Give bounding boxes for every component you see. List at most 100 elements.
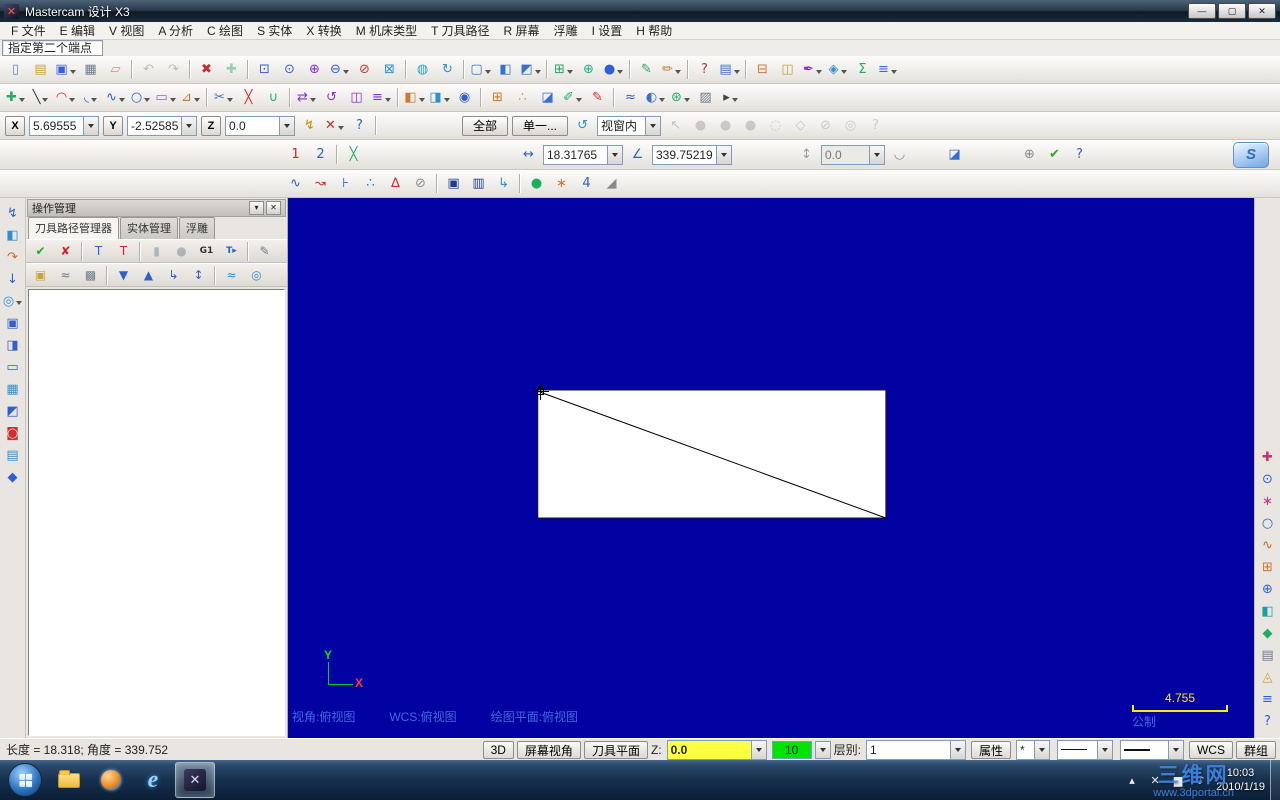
endpoint-join-icon[interactable]: ⊦ [334,173,357,195]
tray-show-hidden-icon[interactable]: ▴ [1124,772,1140,788]
menu-3[interactable]: V 视图 [102,21,151,40]
gview-sphere-icon[interactable]: ● [602,59,625,81]
dropdown-arrow-icon[interactable] [683,97,690,105]
art-leaf-icon[interactable]: ◆ [1256,622,1279,644]
insert-indent-icon[interactable]: ↳ [162,264,185,286]
zoom-out-icon[interactable]: ⊖ [328,59,351,81]
spline-tool-icon[interactable]: ∿ [104,87,127,109]
selection-window-dropdown-icon[interactable] [645,116,661,135]
taskbar-explorer-button[interactable] [49,762,89,798]
point-style-dropdown-icon[interactable] [1033,740,1049,759]
spline-degree-icon[interactable]: 4 [575,173,598,195]
zoom-dynamic-icon[interactable]: ↯ [1,202,24,224]
blank-entities-icon[interactable]: ▨ [694,87,717,109]
attributes-button[interactable]: 属性 [970,740,1011,759]
plane-manager-icon[interactable]: ▥ [467,173,490,195]
dropdown-arrow-icon[interactable] [443,97,450,105]
y-dropdown-icon[interactable] [181,116,196,135]
fillet-tool-icon[interactable]: ◟ [79,87,102,109]
wireframe-icon[interactable]: ✏ [660,59,683,81]
gview-front-icon[interactable]: ◧ [494,59,517,81]
verify-icon[interactable]: ◈ [826,59,849,81]
shading-icon[interactable]: ✎ [635,59,658,81]
undelete-icon[interactable]: ✚ [220,59,243,81]
select-all-operations-icon[interactable]: ✔ [29,240,52,262]
xform-translate-icon[interactable]: ⇄ [295,87,318,109]
art-layers-icon[interactable]: ▤ [1256,644,1279,666]
menu-5[interactable]: C 绘图 [200,21,250,40]
shade-toggle-icon[interactable]: ◐ [644,87,667,109]
taskbar-mastercam-button[interactable]: ✕ [175,762,215,798]
tab-toolpath-manager[interactable]: 刀具路径管理器 [28,217,119,239]
dropdown-arrow-icon[interactable] [342,69,349,77]
level-dropdown-icon[interactable] [949,740,965,759]
filter-display-icon[interactable]: ≈ [220,264,243,286]
art-shade-icon[interactable]: ◧ [1256,600,1279,622]
operations-tree[interactable] [28,289,285,736]
zoom-target-icon[interactable]: ⊙ [278,59,301,81]
new-file-icon[interactable]: ▯ [4,59,27,81]
levels-dialog-icon[interactable]: ≈ [619,87,642,109]
toolbar-options-icon[interactable]: ≡ [876,59,899,81]
y-coordinate-field[interactable]: -2.52585 [127,115,197,136]
x-coordinate-field[interactable]: 5.69555 [29,115,99,136]
display-options-icon[interactable]: ◎ [245,264,268,286]
panel-dropdown-button[interactable]: ▾ [249,201,264,215]
ok-button[interactable]: ✔ [1043,144,1066,166]
delete-entities-icon[interactable]: ✖ [195,59,218,81]
y-axis-button[interactable]: Y [103,115,123,136]
zoom-fit-icon[interactable]: ⊠ [378,59,401,81]
regen-dirty-icon[interactable]: T [112,240,135,262]
dropdown-arrow-icon[interactable] [418,97,425,105]
open-file-icon[interactable]: ▤ [29,59,52,81]
toolpath-editor-icon[interactable]: ✒ [801,59,824,81]
toggle-toolpath-display-icon[interactable]: ≈ [54,264,77,286]
join-entities-icon[interactable]: ∪ [262,87,285,109]
art-triangle-icon[interactable]: ◬ [1256,666,1279,688]
menu-13[interactable]: H 帮助 [629,21,679,40]
taskbar-clock[interactable]: 10:03 2010/1/19 [1216,766,1265,795]
dropdown-arrow-icon[interactable] [337,125,344,133]
z-dropdown-icon[interactable] [279,116,294,135]
repaint-icon[interactable]: ◍ [411,59,434,81]
lock-all-icon[interactable]: ▩ [79,264,102,286]
tray-volume-icon[interactable]: ♪ [1193,772,1209,788]
autocursor-grid-icon[interactable]: ⊞ [486,87,509,109]
in-window-mode-icon[interactable]: ↖ [664,115,687,137]
break-icon[interactable]: ╳ [237,87,260,109]
vertical-lock-icon[interactable]: ↕ [795,144,818,166]
tray-app-icon[interactable]: ✕ [1147,772,1163,788]
solid-extrude-icon[interactable]: ◨ [428,87,451,109]
null-filter-icon[interactable]: ⊘ [409,173,432,195]
dropdown-arrow-icon[interactable] [169,97,176,105]
maximize-button[interactable]: ▢ [1218,3,1246,19]
burst-icon[interactable]: ∗ [550,173,573,195]
rectangle-tool-icon[interactable]: ▭ [154,87,177,109]
select-chain-icon[interactable]: ◌ [764,115,787,137]
autocursor-help-icon[interactable]: ? [348,115,371,137]
lock-selected-icon[interactable]: ▣ [29,264,52,286]
select-result-icon[interactable]: ● [689,115,712,137]
grid-plane-icon[interactable]: ▦ [1,378,24,400]
dropdown-arrow-icon[interactable] [890,69,897,77]
length-lock-icon[interactable]: ↔ [517,144,540,166]
wcs-button[interactable]: WCS [1188,740,1233,759]
curvature-analysis-icon[interactable]: ↝ [309,173,332,195]
close-button[interactable]: ✕ [1248,3,1276,19]
regenerate-icon[interactable]: ↻ [436,59,459,81]
circle-tool-icon[interactable]: ○ [129,87,152,109]
screen-view-button[interactable]: 屏幕视角 [516,740,581,759]
menu-7[interactable]: X 转换 [299,21,348,40]
art-grid-icon[interactable]: ⊞ [1256,556,1279,578]
tangent-toggle-icon[interactable]: ◡ [888,144,911,166]
dropdown-arrow-icon[interactable] [69,97,76,105]
render-sphere-icon[interactable]: ● [525,173,548,195]
point-cloud-icon[interactable]: ∴ [359,173,382,195]
dropdown-arrow-icon[interactable] [566,69,573,77]
dropdown-arrow-icon[interactable] [731,97,738,105]
level-field[interactable]: 1 [865,739,966,760]
apply-to-surface-icon[interactable]: ◪ [943,144,966,166]
dropdown-arrow-icon[interactable] [118,97,125,105]
top-view-icon[interactable]: ▭ [1,356,24,378]
dropdown-arrow-icon[interactable] [575,97,582,105]
